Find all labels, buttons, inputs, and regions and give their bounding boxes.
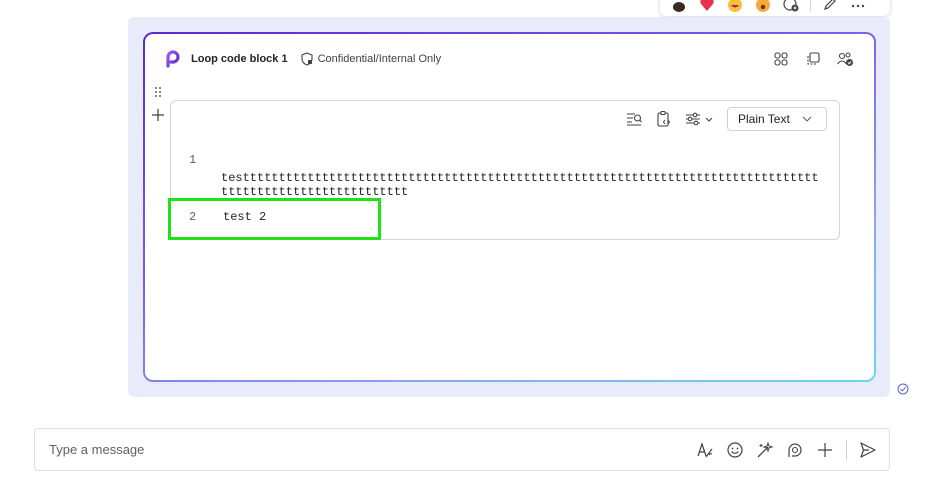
- compose-box: [34, 428, 890, 471]
- format-icon[interactable]: [696, 441, 714, 459]
- message-input[interactable]: [47, 441, 696, 458]
- sensitivity-label-text: Confidential/Internal Only: [317, 53, 442, 65]
- read-receipt-icon: [897, 383, 909, 395]
- code-line[interactable]: 1 testtttttttttttttttttttttttttttttttttt…: [189, 153, 823, 199]
- emoji-icon[interactable]: [726, 441, 744, 459]
- copy-code-icon[interactable]: [655, 110, 673, 128]
- edit-icon[interactable]: [821, 0, 839, 13]
- add-icon[interactable]: [816, 441, 834, 459]
- loop-card-title[interactable]: Loop code block 1: [191, 53, 288, 65]
- code-toolbar: Plain Text: [625, 107, 827, 131]
- drag-handle-icon[interactable]: [153, 86, 163, 98]
- chevron-down-icon: [798, 110, 816, 128]
- workspace-icon[interactable]: [772, 50, 790, 68]
- sensitivity-shield-icon: [300, 52, 314, 66]
- compose-actions: [696, 439, 877, 460]
- insert-block-icon[interactable]: [151, 108, 165, 122]
- reactions-divider: [810, 0, 811, 11]
- reactions-bar: [660, 0, 890, 16]
- code-line-text[interactable]: testtttttttttttttttttttttttttttttttttttt…: [221, 171, 821, 199]
- loop-header-actions: [772, 50, 854, 68]
- code-lines[interactable]: 1 testtttttttttttttttttttttttttttttttttt…: [189, 153, 823, 224]
- surprised-icon[interactable]: [754, 0, 772, 13]
- line-number: 1: [189, 153, 197, 167]
- highlight-box: [168, 198, 381, 240]
- copilot-icon[interactable]: [756, 440, 774, 459]
- language-select-value: Plain Text: [738, 112, 790, 126]
- more-icon[interactable]: [849, 0, 867, 13]
- loop-logo-icon: [165, 50, 183, 68]
- heart-icon[interactable]: [698, 0, 716, 13]
- like-icon[interactable]: [670, 0, 688, 13]
- laugh-icon[interactable]: [726, 0, 744, 13]
- add-reaction-icon[interactable]: [782, 0, 800, 13]
- wrap-text-icon[interactable]: [625, 110, 643, 128]
- language-select[interactable]: Plain Text: [727, 107, 827, 131]
- sensitivity-label[interactable]: Confidential/Internal Only: [300, 52, 442, 66]
- copy-component-icon[interactable]: [804, 50, 822, 68]
- settings-sliders-icon[interactable]: [685, 110, 715, 128]
- loop-icon[interactable]: [786, 441, 804, 459]
- compose-divider: [846, 439, 847, 460]
- share-people-icon[interactable]: [836, 50, 854, 68]
- loop-card-header: Loop code block 1 Confidential/Internal …: [165, 48, 854, 70]
- send-icon[interactable]: [859, 441, 877, 459]
